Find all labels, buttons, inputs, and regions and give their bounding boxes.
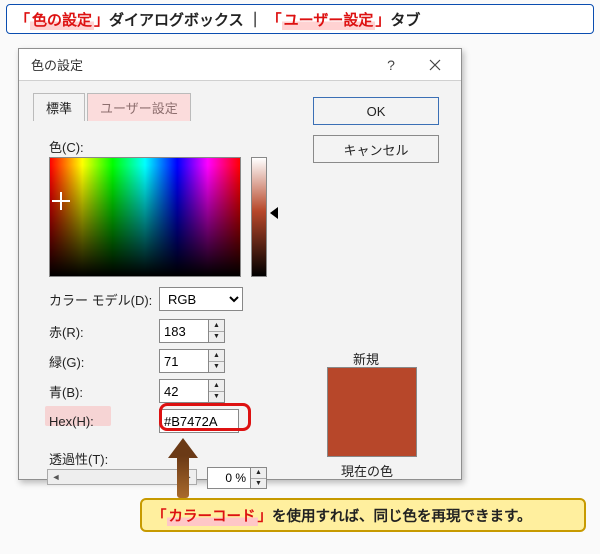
keyword-color-code: カラーコード [167, 505, 258, 526]
up-arrow-icon[interactable]: ▲ [209, 350, 224, 362]
tab-custom[interactable]: ユーザー設定 [87, 93, 191, 121]
color-preview-swatch [327, 367, 417, 457]
row-red: 赤(R): ▲▼ [49, 319, 225, 343]
callout-arrow-icon [172, 438, 194, 496]
up-arrow-icon[interactable]: ▲ [251, 468, 266, 479]
bracket-close2-icon: 」 [375, 9, 390, 30]
green-input[interactable] [159, 349, 209, 373]
green-stepper[interactable]: ▲▼ [159, 349, 225, 373]
luminance-slider[interactable] [251, 157, 267, 277]
up-arrow-icon[interactable]: ▲ [209, 380, 224, 392]
blue-stepper[interactable]: ▲▼ [159, 379, 225, 403]
tab-standard[interactable]: 標準 [33, 93, 85, 121]
label-color: 色(C): [49, 137, 84, 156]
bracket-close-icon: 」 [94, 9, 109, 30]
caption-bottom: 「 カラーコード 」 を使用すれば、同じ色を再現できます。 [140, 498, 586, 532]
separator-pipe-icon: ｜ [244, 9, 267, 30]
red-input[interactable] [159, 319, 209, 343]
transparency-input[interactable] [207, 467, 251, 489]
bracket-close3-icon: 」 [258, 505, 273, 526]
picker-cursor-icon [56, 196, 66, 206]
caption-top: 「 色の設定 」 ダイアログボックス ｜ 「 ユーザー設定 」 タブ [6, 4, 594, 34]
label-red: 赤(R): [49, 322, 159, 341]
close-button[interactable] [413, 51, 457, 79]
bracket-open2-icon: 「 [267, 9, 282, 30]
label-blue: 青(B): [49, 382, 159, 401]
hex-input[interactable] [159, 409, 239, 433]
titlebar: 色の設定 ? [19, 49, 461, 81]
caption-text-1: ダイアログボックス [109, 9, 244, 30]
color-settings-dialog: 色の設定 ? 標準 ユーザー設定 OK キャンセル 色(C): カラー モデル(… [18, 48, 462, 480]
up-arrow-icon[interactable]: ▲ [209, 320, 224, 332]
close-icon [429, 59, 441, 71]
down-arrow-icon[interactable]: ▼ [209, 392, 224, 403]
row-color-model: カラー モデル(D): RGB [49, 287, 243, 311]
bracket-open-icon: 「 [15, 9, 30, 30]
label-color-model: カラー モデル(D): [49, 290, 159, 309]
blue-input[interactable] [159, 379, 209, 403]
label-green: 緑(G): [49, 352, 159, 371]
row-green: 緑(G): ▲▼ [49, 349, 225, 373]
color-model-select[interactable]: RGB [159, 287, 243, 311]
transparency-stepper[interactable]: ▲▼ [207, 467, 267, 489]
down-arrow-icon[interactable]: ▼ [209, 332, 224, 343]
ok-button[interactable]: OK [313, 97, 439, 125]
row-blue: 青(B): ▲▼ [49, 379, 225, 403]
cancel-button[interactable]: キャンセル [313, 135, 439, 163]
row-hex: Hex(H): [49, 409, 239, 433]
keyword-color-settings: 色の設定 [30, 9, 94, 30]
luminance-arrow-icon [270, 207, 278, 219]
red-stepper[interactable]: ▲▼ [159, 319, 225, 343]
down-arrow-icon[interactable]: ▼ [209, 362, 224, 373]
label-current-color: 現在の色 [341, 461, 393, 480]
label-new-color: 新規 [353, 349, 379, 368]
label-hex: Hex(H): [49, 414, 159, 429]
keyword-custom-tab: ユーザー設定 [282, 9, 376, 30]
down-arrow-icon[interactable]: ▼ [251, 479, 266, 489]
left-arrow-icon[interactable]: ◄ [48, 470, 64, 484]
help-button[interactable]: ? [369, 51, 413, 79]
dialog-title: 色の設定 [31, 55, 83, 74]
caption-text-2: タブ [390, 9, 420, 30]
tab-strip: 標準 ユーザー設定 [33, 93, 191, 121]
color-gradient-picker[interactable] [49, 157, 241, 277]
caption-bottom-text: を使用すれば、同じ色を再現できます。 [272, 505, 532, 526]
bracket-open3-icon: 「 [152, 505, 167, 526]
label-transparency: 透過性(T): [49, 449, 108, 468]
